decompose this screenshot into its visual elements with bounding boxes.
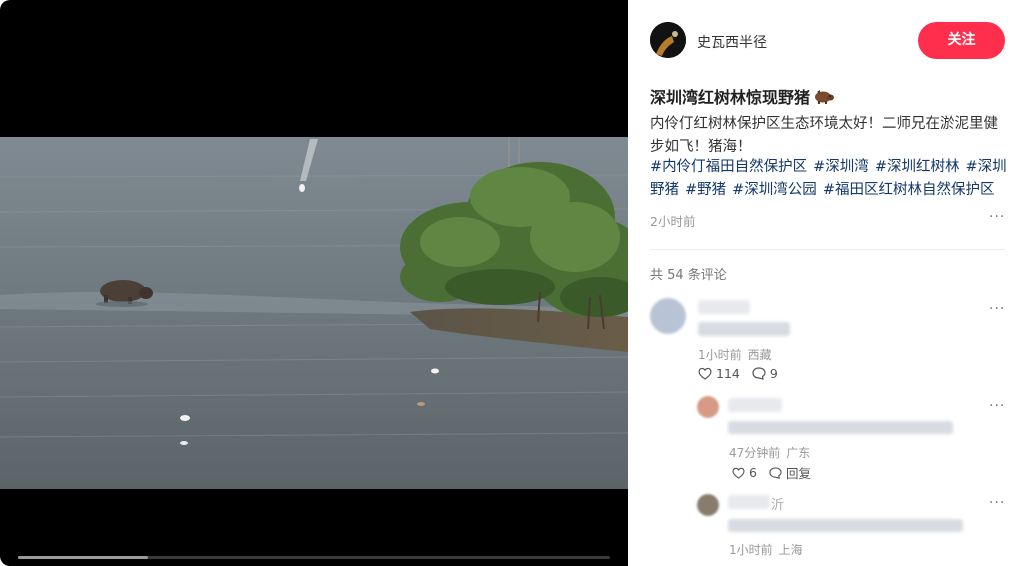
reply-author-name-tail: 沂	[771, 498, 785, 513]
reply-author-name-redacted[interactable]	[728, 398, 782, 412]
reply-text-redacted	[728, 519, 963, 532]
note-title-text: 深圳湾红树林惊现野猪	[650, 88, 811, 107]
note-detail-panel: 史瓦西半径 关注 深圳湾红树林惊现野猪 内伶仃红树林保护区生态环境太好！二师兄在…	[628, 0, 1027, 566]
hashtag[interactable]: #深圳湾	[813, 159, 869, 175]
comment-more-icon[interactable]: ···	[989, 301, 1005, 317]
hashtag[interactable]: #福田区红树林自然保护区	[823, 182, 995, 198]
note-title: 深圳湾红树林惊现野猪	[650, 84, 835, 109]
note-timestamp: 2小时前	[650, 214, 696, 229]
comment-bubble-icon	[752, 367, 766, 380]
reply-text-redacted	[728, 421, 953, 434]
comment-more-icon[interactable]: ···	[989, 495, 1005, 511]
comment-bubble-icon	[769, 466, 782, 479]
comment-time: 1小时前	[729, 543, 773, 557]
author-avatar[interactable]	[650, 22, 686, 58]
comment-location: 广东	[786, 446, 811, 460]
reply-label: 回复	[785, 466, 811, 481]
video-progress-bar[interactable]	[18, 556, 610, 559]
reply-button[interactable]: 回复	[769, 463, 811, 482]
author-name[interactable]: 史瓦西半径	[697, 32, 767, 52]
comment-meta: 47分钟前 广东	[729, 444, 816, 461]
video-progress-fill	[18, 556, 149, 559]
boar-icon	[814, 89, 835, 109]
reply-avatar[interactable]	[697, 494, 719, 516]
reply-author-name-redacted[interactable]	[728, 495, 770, 509]
like-button[interactable]: 114	[698, 366, 740, 381]
heart-icon	[732, 467, 745, 479]
hashtag[interactable]: #深圳红树林	[875, 159, 960, 175]
hashtag-list: #内伶仃福田自然保护区 #深圳湾 #深圳红树林 #深圳野猪 #野猪 #深圳湾公园 #福田区红…	[650, 156, 1010, 202]
comment-text-redacted	[698, 322, 790, 336]
comment-more-icon[interactable]: ···	[989, 398, 1005, 414]
hashtag[interactable]: #内伶仃福田自然保护区	[650, 159, 807, 175]
heart-icon	[698, 367, 712, 380]
like-button[interactable]: 6	[732, 465, 757, 480]
reply-avatar[interactable]	[697, 396, 719, 418]
note-more-icon[interactable]: ···	[989, 209, 1005, 225]
comment-actions: 114 9	[698, 366, 790, 381]
comment-meta: 1小时前 上海	[729, 541, 809, 558]
comment-author-name-redacted[interactable]	[698, 300, 750, 314]
reply-count: 9	[769, 366, 778, 381]
video-frame[interactable]	[0, 137, 628, 489]
divider	[650, 249, 1005, 250]
like-count: 114	[716, 366, 740, 381]
comment-avatar[interactable]	[650, 298, 686, 334]
video-player[interactable]	[0, 0, 628, 566]
note-description: 内伶仃红树林保护区生态环境太好！二师兄在淤泥里健步如飞！猪海！	[650, 116, 998, 155]
comment-location: 上海	[778, 543, 803, 557]
comment-time: 1小时前	[698, 348, 742, 362]
follow-button[interactable]: 关注	[918, 22, 1005, 59]
comment-time: 47分钟前	[729, 446, 781, 460]
comment-actions: 6 回复	[732, 463, 823, 482]
comment-count: 共 54 条评论	[650, 268, 727, 283]
hashtag[interactable]: #野猪	[685, 182, 726, 198]
hashtag[interactable]: #深圳湾公园	[732, 182, 817, 198]
like-count: 6	[749, 465, 757, 480]
reply-button[interactable]: 9	[752, 366, 778, 381]
comment-location: 西藏	[747, 348, 772, 362]
comment-meta: 1小时前 西藏	[698, 346, 778, 363]
